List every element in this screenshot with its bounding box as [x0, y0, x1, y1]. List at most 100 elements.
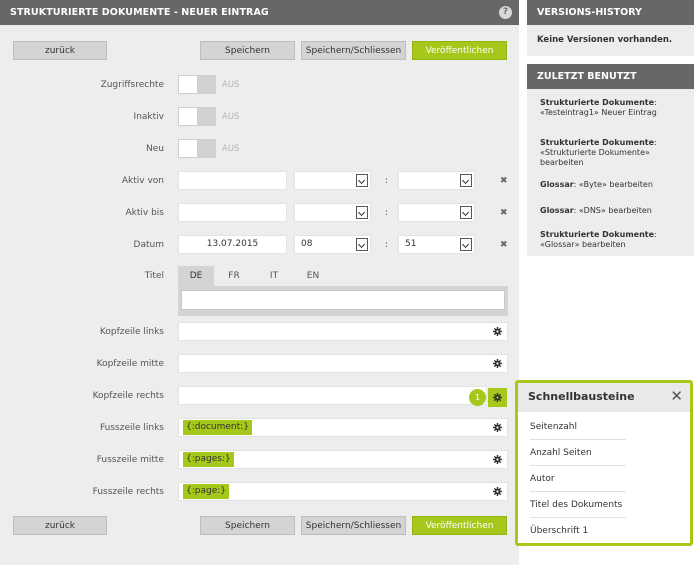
recent-item[interactable]: Strukturierte Dokumente: «Testeintrag1» …	[540, 98, 690, 118]
hour-value: 08	[301, 239, 313, 249]
save-button-bottom[interactable]: Speichern	[200, 516, 295, 535]
title-input[interactable]	[181, 290, 505, 310]
header-right-gear-button[interactable]	[488, 388, 507, 407]
save-button[interactable]: Speichern	[200, 41, 295, 60]
recent-item-action: : «DNS» bearbeiten	[573, 206, 652, 215]
tab-panel	[178, 286, 508, 316]
footer-left-label: Fusszeile links	[99, 423, 164, 433]
popup-header: Schnellbausteine ✕	[518, 383, 690, 412]
time-separator: :	[385, 208, 389, 218]
tab-en[interactable]: EN	[295, 266, 331, 286]
help-icon[interactable]: ?	[499, 6, 512, 19]
inactive-label: Inaktiv	[133, 112, 164, 122]
popup-item-document-title[interactable]: Titel des Dokuments	[530, 492, 626, 518]
footer-right-label: Fusszeile rechts	[92, 487, 164, 497]
save-close-button-bottom[interactable]: Speichern/Schliessen	[301, 516, 406, 535]
chevron-down-icon	[460, 174, 472, 187]
gear-icon[interactable]	[493, 487, 502, 496]
close-icon[interactable]: ✕	[670, 388, 683, 404]
version-history-title: VERSIONS-HISTORY	[527, 0, 694, 25]
chevron-down-icon	[460, 206, 472, 219]
recent-item[interactable]: Strukturierte Dokumente: «Glossar» bearb…	[540, 230, 690, 250]
footer-left-input[interactable]: {:document:}	[178, 418, 508, 437]
main-panel: STRUKTURIERTE DOKUMENTE - NEUER EINTRAG …	[0, 0, 519, 565]
header-left-input[interactable]	[178, 322, 508, 341]
page-header: STRUKTURIERTE DOKUMENTE - NEUER EINTRAG …	[0, 0, 519, 25]
active-from-label: Aktiv von	[121, 176, 164, 186]
back-button-bottom[interactable]: zurück	[13, 516, 107, 535]
active-from-minute-select[interactable]	[398, 171, 475, 190]
footer-right-input[interactable]: {:page:}	[178, 482, 508, 501]
step-badge: 1	[469, 389, 486, 406]
toggle-knob	[178, 139, 198, 158]
publish-button[interactable]: Veröffentlichen	[412, 41, 507, 60]
gear-icon[interactable]	[493, 359, 502, 368]
gear-icon	[493, 393, 502, 402]
tab-de[interactable]: DE	[178, 266, 214, 286]
popup-item-page-number[interactable]: Seitenzahl	[530, 414, 626, 440]
recent-item[interactable]: Glossar: «DNS» bearbeiten	[540, 206, 690, 216]
header-right-label: Kopfzeile rechts	[92, 391, 164, 401]
header-right-input[interactable]	[178, 386, 487, 405]
quick-blocks-popup: Schnellbausteine ✕ Seitenzahl Anzahl Sei…	[515, 380, 693, 546]
toggle-knob	[178, 107, 198, 126]
footer-middle-input[interactable]: {:pages:}	[178, 450, 508, 469]
active-to-minute-select[interactable]	[398, 203, 475, 222]
active-to-label: Aktiv bis	[125, 208, 165, 218]
header-middle-label: Kopfzeile mitte	[96, 359, 164, 369]
popup-item-heading-1[interactable]: Überschrift 1	[530, 518, 626, 544]
tab-it[interactable]: IT	[256, 266, 292, 286]
header-left-label: Kopfzeile links	[99, 327, 164, 337]
date-input[interactable]: 13.07.2015	[178, 235, 287, 254]
gear-icon[interactable]	[493, 455, 502, 464]
active-from-hour-select[interactable]	[294, 171, 371, 190]
chevron-down-icon	[356, 174, 368, 187]
minute-select[interactable]: 51	[398, 235, 475, 254]
popup-title: Schnellbausteine	[528, 390, 635, 403]
active-to-date-input[interactable]	[178, 203, 287, 222]
save-close-button[interactable]: Speichern/Schliessen	[301, 41, 406, 60]
version-history-empty: Keine Versionen vorhanden.	[537, 35, 673, 45]
recent-item-module: Strukturierte Dokumente	[540, 230, 655, 239]
inactive-toggle-state: AUS	[222, 112, 240, 122]
recent-item-module: Glossar	[540, 206, 574, 215]
active-to-hour-select[interactable]	[294, 203, 371, 222]
page-title: STRUKTURIERTE DOKUMENTE - NEUER EINTRAG	[10, 7, 269, 18]
new-label: Neu	[146, 144, 164, 154]
header-middle-input[interactable]	[178, 354, 508, 373]
placeholder-tag[interactable]: {:pages:}	[183, 452, 234, 467]
popup-item-page-count[interactable]: Anzahl Seiten	[530, 440, 626, 466]
recent-item-action: : «Byte» bearbeiten	[573, 180, 653, 189]
hour-select[interactable]: 08	[294, 235, 371, 254]
time-separator: :	[385, 240, 389, 250]
chevron-down-icon	[460, 238, 472, 251]
access-toggle-state: AUS	[222, 80, 240, 90]
inactive-toggle[interactable]	[178, 107, 216, 126]
footer-middle-label: Fusszeile mitte	[96, 455, 164, 465]
new-toggle-state: AUS	[222, 144, 240, 154]
recent-item[interactable]: Glossar: «Byte» bearbeiten	[540, 180, 690, 190]
popup-item-author[interactable]: Autor	[530, 466, 626, 492]
clear-icon[interactable]: ✖	[500, 240, 508, 250]
active-from-date-input[interactable]	[178, 171, 287, 190]
version-history-panel: VERSIONS-HISTORY Keine Versionen vorhand…	[527, 0, 694, 56]
access-label: Zugriffsrechte	[100, 80, 164, 90]
title-label: Titel	[144, 271, 164, 281]
time-separator: :	[385, 176, 389, 186]
access-toggle[interactable]	[178, 75, 216, 94]
publish-button-bottom[interactable]: Veröffentlichen	[412, 516, 507, 535]
recent-item[interactable]: Strukturierte Dokumente: «Strukturierte …	[540, 138, 690, 168]
back-button[interactable]: zurück	[13, 41, 107, 60]
clear-icon[interactable]: ✖	[500, 176, 508, 186]
gear-icon[interactable]	[493, 423, 502, 432]
new-toggle[interactable]	[178, 139, 216, 158]
chevron-down-icon	[356, 238, 368, 251]
clear-icon[interactable]: ✖	[500, 208, 508, 218]
placeholder-tag[interactable]: {:page:}	[183, 484, 229, 499]
language-tabs: DE FR IT EN	[178, 266, 508, 316]
placeholder-tag[interactable]: {:document:}	[183, 420, 252, 435]
recent-item-module: Strukturierte Dokumente	[540, 138, 655, 147]
gear-icon[interactable]	[493, 327, 502, 336]
toggle-knob	[178, 75, 198, 94]
tab-fr[interactable]: FR	[216, 266, 252, 286]
